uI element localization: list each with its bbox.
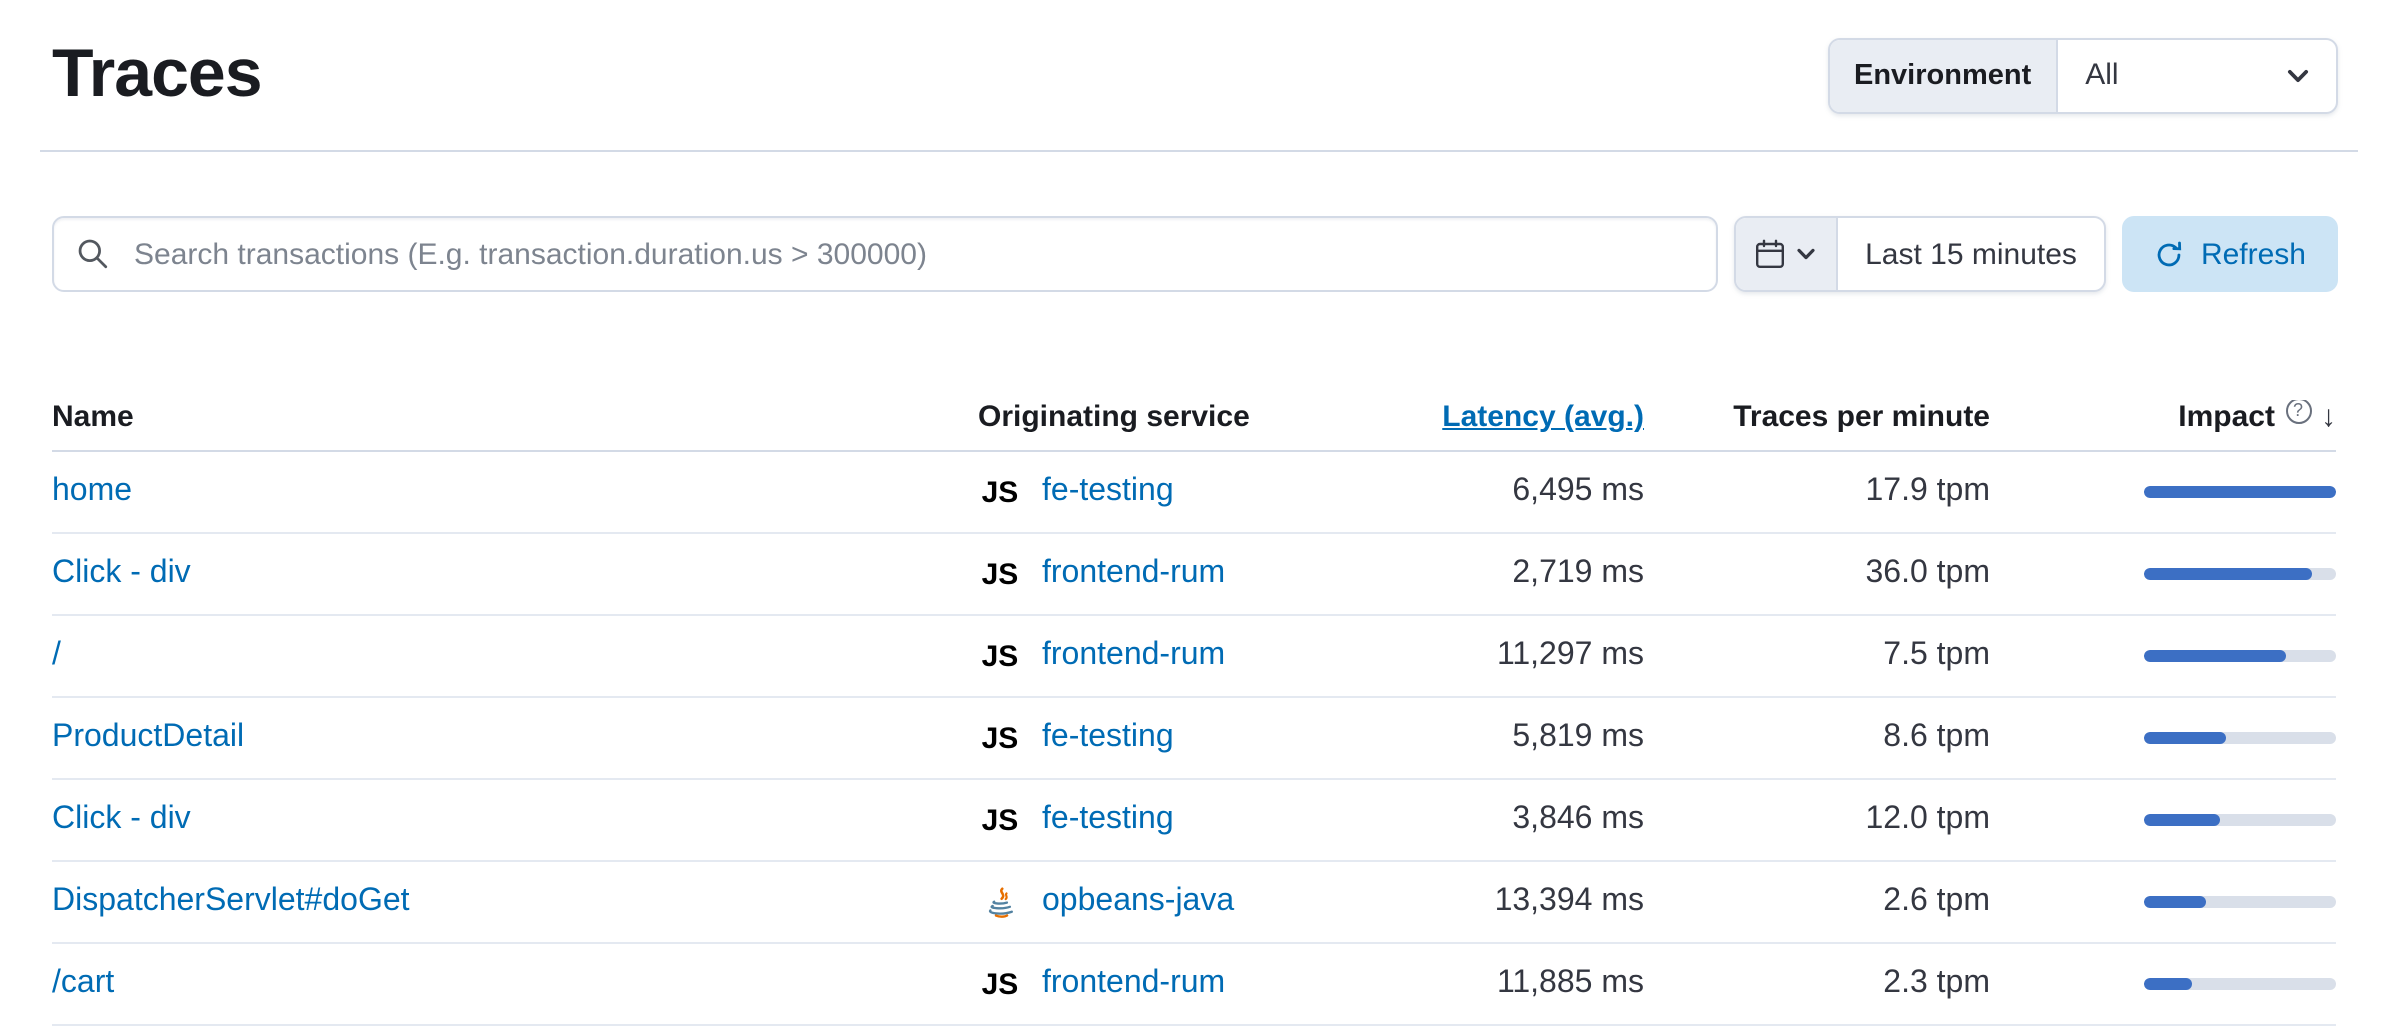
time-range-value: Last 15 minutes [1865, 237, 2077, 271]
impact-bar-fill [2144, 732, 2227, 744]
latency-value: 6,495 ms [1358, 474, 1644, 510]
tpm-value: 12.0 tpm [1644, 802, 1990, 838]
page-title: Traces [52, 36, 262, 114]
traces-table-body: home JS fe-testing 6,495 ms 17.9 tpm Cli… [52, 452, 2336, 1026]
column-header-impact[interactable]: Impact ? ↓ [1990, 400, 2336, 434]
transaction-name-link[interactable]: home [52, 474, 132, 508]
service-link[interactable]: frontend-rum [1042, 556, 1225, 592]
calendar-icon [1753, 238, 1785, 270]
tpm-value: 2.3 tpm [1644, 966, 1990, 1002]
java-agent-icon [978, 885, 1022, 919]
tpm-value: 2.6 tpm [1644, 884, 1990, 920]
sort-desc-icon: ↓ [2321, 400, 2336, 434]
column-header-name: Name [52, 400, 978, 434]
impact-bar [2144, 650, 2336, 662]
refresh-icon [2155, 239, 2185, 269]
service-link[interactable]: fe-testing [1042, 802, 1174, 838]
environment-select[interactable]: Environment All [1828, 37, 2338, 113]
service-link[interactable]: fe-testing [1042, 720, 1174, 756]
service-link[interactable]: frontend-rum [1042, 966, 1225, 1002]
time-quick-select-button[interactable] [1735, 218, 1837, 290]
tpm-value: 8.6 tpm [1644, 720, 1990, 756]
impact-bar-fill [2144, 486, 2336, 498]
tpm-value: 36.0 tpm [1644, 556, 1990, 592]
column-header-service: Originating service [978, 400, 1358, 434]
javascript-agent-icon: JS [978, 967, 1022, 1001]
table-row: home JS fe-testing 6,495 ms 17.9 tpm [52, 452, 2336, 534]
impact-bar [2144, 978, 2336, 990]
table-row: ProductDetail JS fe-testing 5,819 ms 8.6… [52, 698, 2336, 780]
impact-bar-fill [2144, 650, 2286, 662]
chevron-down-icon [2284, 61, 2312, 89]
impact-bar-fill [2144, 814, 2221, 826]
javascript-agent-icon: JS [978, 639, 1022, 673]
column-header-impact-label: Impact [2178, 400, 2275, 434]
impact-bar-fill [2144, 978, 2192, 990]
latency-value: 5,819 ms [1358, 720, 1644, 756]
search-icon [76, 237, 110, 271]
traces-table: Name Originating service Latency (avg.) … [52, 400, 2336, 1026]
transaction-name-link[interactable]: Click - div [52, 802, 191, 836]
impact-bar [2144, 732, 2336, 744]
table-row: Click - div JS fe-testing 3,846 ms 12.0 … [52, 780, 2336, 862]
environment-select-label: Environment [1830, 39, 2057, 111]
refresh-button[interactable]: Refresh [2123, 216, 2338, 292]
impact-bar [2144, 896, 2336, 908]
time-picker: Last 15 minutes [1733, 216, 2107, 292]
refresh-button-label: Refresh [2201, 237, 2306, 271]
controls-row: Last 15 minutes Refresh [52, 216, 2338, 292]
transaction-name-link[interactable]: / [52, 638, 61, 672]
table-row: Click - div JS frontend-rum 2,719 ms 36.… [52, 534, 2336, 616]
search-field-wrap [52, 216, 1717, 292]
transaction-name-link[interactable]: Click - div [52, 556, 191, 590]
column-header-latency[interactable]: Latency (avg.) [1442, 400, 1644, 434]
column-header-tpm: Traces per minute [1644, 400, 1990, 434]
latency-value: 11,297 ms [1358, 638, 1644, 674]
service-link[interactable]: fe-testing [1042, 474, 1174, 510]
impact-bar [2144, 814, 2336, 826]
table-row: / JS frontend-rum 11,297 ms 7.5 tpm [52, 616, 2336, 698]
table-row: /cart JS frontend-rum 11,885 ms 2.3 tpm [52, 944, 2336, 1026]
transaction-name-link[interactable]: ProductDetail [52, 720, 244, 754]
latency-value: 11,885 ms [1358, 966, 1644, 1002]
chevron-down-icon [1793, 242, 1817, 266]
traces-page: Traces Environment All [0, 0, 2398, 1028]
impact-bar [2144, 568, 2336, 580]
table-row: DispatcherServlet#doGet opbeans-java 13,… [52, 862, 2336, 944]
javascript-agent-icon: JS [978, 803, 1022, 837]
page-header: Traces Environment All [40, 0, 2358, 152]
transaction-name-link[interactable]: DispatcherServlet#doGet [52, 884, 410, 918]
latency-value: 13,394 ms [1358, 884, 1644, 920]
impact-bar [2144, 486, 2336, 498]
impact-bar-fill [2144, 896, 2205, 908]
service-link[interactable]: frontend-rum [1042, 638, 1225, 674]
traces-table-header: Name Originating service Latency (avg.) … [52, 400, 2336, 452]
latency-value: 2,719 ms [1358, 556, 1644, 592]
environment-select-value: All [2085, 58, 2118, 92]
impact-bar-fill [2144, 568, 2313, 580]
latency-value: 3,846 ms [1358, 802, 1644, 838]
transaction-name-link[interactable]: /cart [52, 966, 114, 1000]
tpm-value: 7.5 tpm [1644, 638, 1990, 674]
search-input[interactable] [52, 216, 1717, 292]
javascript-agent-icon: JS [978, 475, 1022, 509]
javascript-agent-icon: JS [978, 721, 1022, 755]
service-link[interactable]: opbeans-java [1042, 884, 1234, 920]
time-range-button[interactable]: Last 15 minutes [1837, 218, 2105, 290]
tpm-value: 17.9 tpm [1644, 474, 1990, 510]
javascript-agent-icon: JS [978, 557, 1022, 591]
question-mark-icon[interactable]: ? [2285, 400, 2311, 424]
